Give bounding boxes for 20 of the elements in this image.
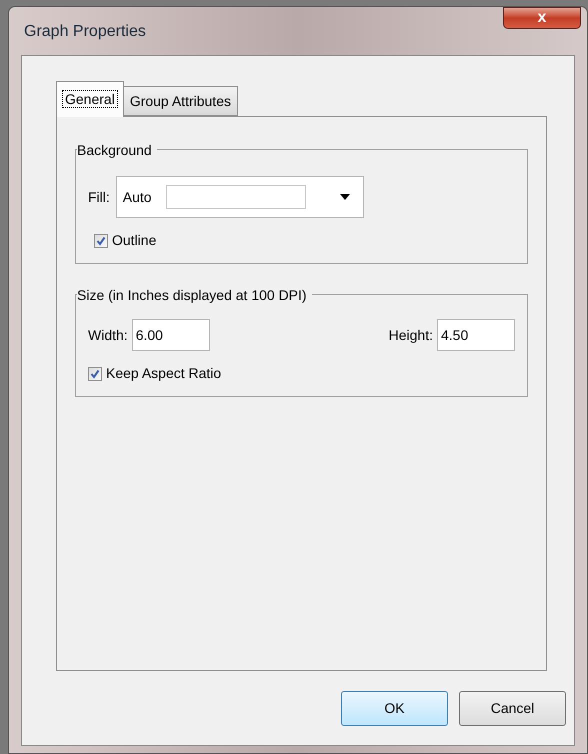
- tab[interactable]: Group Attributes: [124, 86, 238, 116]
- checkbox-label: Keep Aspect Ratio: [106, 364, 222, 383]
- checkmark-icon: [90, 368, 100, 378]
- checkbox[interactable]: [88, 366, 102, 380]
- window-title: Graph Properties: [23, 22, 146, 42]
- dialog-button[interactable]: OK: [341, 691, 448, 726]
- checkbox[interactable]: [94, 234, 108, 248]
- tab[interactable]: General: [56, 81, 124, 117]
- dropdown-arrow-icon: [340, 194, 350, 200]
- checkmark-icon: [96, 236, 106, 246]
- dialog-button[interactable]: Cancel: [459, 691, 566, 726]
- fill-dropdown[interactable]: Auto: [116, 176, 364, 218]
- close-button[interactable]: x: [503, 7, 581, 29]
- fill-label: Fill:: [88, 188, 110, 206]
- height-label: Height:: [388, 326, 433, 345]
- checkbox-label: Outline: [112, 231, 156, 250]
- dropdown-value: Auto: [122, 188, 152, 206]
- width-label: Width:: [88, 326, 128, 344]
- height-field[interactable]: 4.50: [437, 319, 515, 351]
- width-field[interactable]: 6.00: [132, 319, 210, 351]
